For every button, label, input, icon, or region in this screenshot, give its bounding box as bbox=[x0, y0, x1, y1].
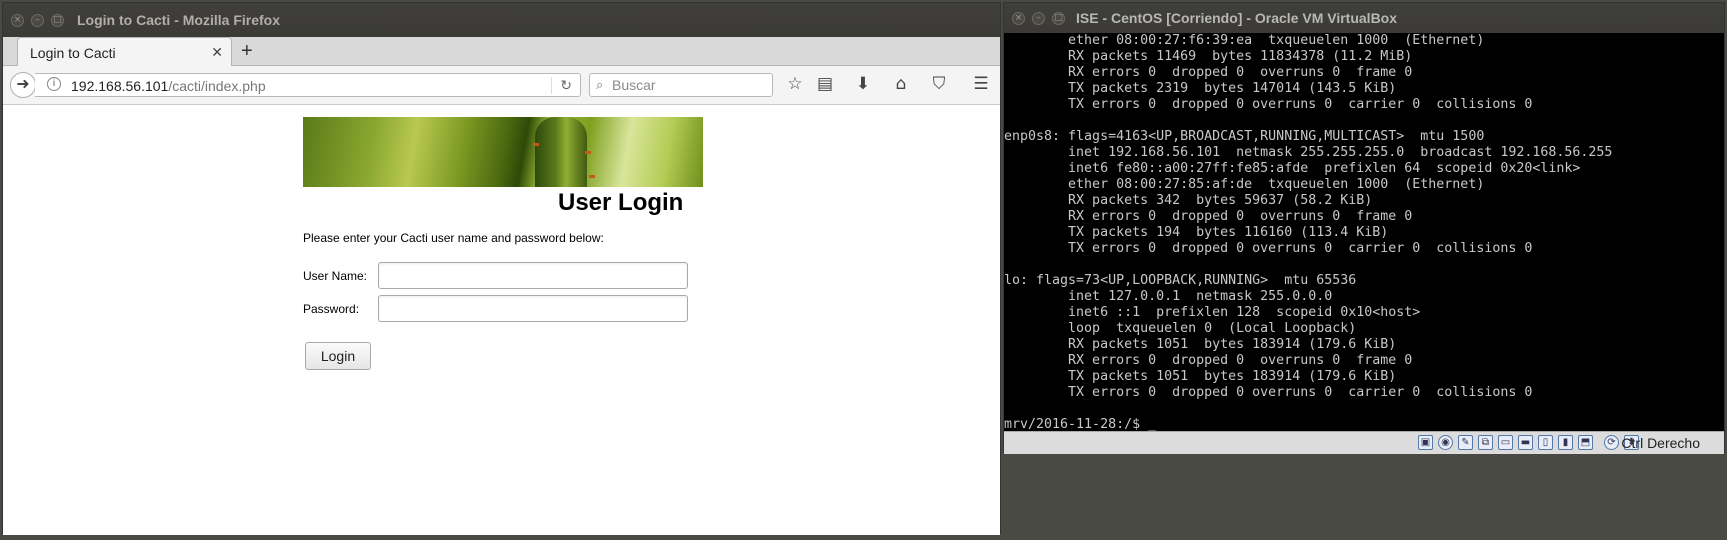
cactus-spine bbox=[585, 151, 591, 154]
maximize-icon[interactable]: □ bbox=[51, 14, 64, 27]
login-button[interactable]: Login bbox=[305, 342, 371, 370]
login-instructions: Please enter your Cacti user name and pa… bbox=[303, 231, 604, 245]
pocket-icon[interactable]: ⛉ bbox=[927, 74, 951, 94]
virtualbox-window: × – □ ISE - CentOS [Corriendo] - Oracle … bbox=[1003, 2, 1725, 454]
close-icon[interactable]: × bbox=[11, 14, 24, 27]
shared-folders-icon[interactable]: ▬ bbox=[1518, 435, 1533, 450]
virtualbox-titlebar: × – □ ISE - CentOS [Corriendo] - Oracle … bbox=[1004, 3, 1724, 33]
tab-login-cacti[interactable]: Login to Cacti ✕ bbox=[17, 37, 232, 67]
back-icon[interactable]: ➜ bbox=[10, 72, 36, 98]
cactus-spine bbox=[533, 143, 539, 146]
search-icon: ⌕ bbox=[596, 77, 604, 92]
menu-icon[interactable]: ☰ bbox=[969, 74, 993, 94]
close-icon[interactable]: × bbox=[1012, 12, 1025, 25]
cacti-banner-image bbox=[303, 117, 703, 187]
url-text: 192.168.56.101/cacti/index.php bbox=[71, 78, 266, 94]
window-title: ISE - CentOS [Corriendo] - Oracle VM Vir… bbox=[1076, 10, 1398, 26]
display-icon[interactable]: ▯ bbox=[1538, 435, 1553, 450]
close-tab-icon[interactable]: ✕ bbox=[211, 44, 223, 61]
cactus-stem bbox=[535, 117, 587, 187]
maximize-icon[interactable]: □ bbox=[1052, 12, 1065, 25]
username-field[interactable] bbox=[378, 262, 688, 289]
network-icon[interactable]: ⧉ bbox=[1478, 435, 1493, 450]
new-tab-icon[interactable]: + bbox=[241, 40, 253, 63]
vm-status-bar: ▣ ◉ ✎ ⧉ ▭ ▬ ▯ ▮ ⬒ ⟳ ⬇ Ctrl Derecho bbox=[1004, 431, 1724, 454]
page-title: User Login bbox=[558, 189, 684, 216]
search-box[interactable]: ⌕ bbox=[589, 73, 773, 97]
password-field[interactable] bbox=[378, 295, 688, 322]
video-capture-icon[interactable]: ▮ bbox=[1558, 435, 1573, 450]
reload-icon[interactable]: ↻ bbox=[551, 77, 572, 94]
host-key-label: Ctrl Derecho bbox=[1621, 435, 1700, 451]
firefox-titlebar: × – □ Login to Cacti - Mozilla Firefox bbox=[3, 3, 1000, 37]
cactus-spine bbox=[589, 175, 595, 178]
virtualization-icon[interactable]: ⬒ bbox=[1578, 435, 1593, 450]
minimize-icon[interactable]: – bbox=[1032, 12, 1045, 25]
optical-drive-icon[interactable]: ◉ bbox=[1438, 435, 1453, 450]
vm-console[interactable]: ether 08:00:27:f6:39:ea txqueuelen 1000 … bbox=[1004, 33, 1724, 433]
window-title: Login to Cacti - Mozilla Firefox bbox=[77, 12, 280, 28]
bookmark-star-icon[interactable]: ☆ bbox=[783, 74, 807, 94]
download-icon[interactable]: ⬇ bbox=[851, 74, 875, 94]
url-bar[interactable]: i 192.168.56.101/cacti/index.php ↻ bbox=[35, 73, 581, 97]
tab-strip: Login to Cacti ✕ + bbox=[3, 37, 1000, 67]
home-icon[interactable]: ⌂ bbox=[889, 74, 913, 94]
audio-icon[interactable]: ✎ bbox=[1458, 435, 1473, 450]
url-host: 192.168.56.101 bbox=[71, 78, 169, 94]
username-label: User Name: bbox=[303, 269, 368, 283]
firefox-window: × – □ Login to Cacti - Mozilla Firefox L… bbox=[2, 2, 1001, 535]
tab-label: Login to Cacti bbox=[30, 45, 116, 61]
navigation-toolbar: ➜ i 192.168.56.101/cacti/index.php ↻ ⌕ ☆… bbox=[3, 66, 1000, 105]
url-path: /cacti/index.php bbox=[168, 78, 266, 94]
password-label: Password: bbox=[303, 302, 360, 316]
info-icon[interactable]: i bbox=[47, 77, 61, 91]
usb-icon[interactable]: ▭ bbox=[1498, 435, 1513, 450]
minimize-icon[interactable]: – bbox=[31, 14, 44, 27]
page-content: User Login Please enter your Cacti user … bbox=[3, 105, 1000, 535]
reading-list-icon[interactable]: ▤ bbox=[813, 74, 837, 94]
terminal-output: ether 08:00:27:f6:39:ea txqueuelen 1000 … bbox=[1004, 33, 1613, 432]
hard-disk-icon[interactable]: ▣ bbox=[1418, 435, 1433, 450]
mouse-integration-icon[interactable]: ⟳ bbox=[1604, 435, 1619, 450]
search-input[interactable] bbox=[612, 76, 768, 94]
